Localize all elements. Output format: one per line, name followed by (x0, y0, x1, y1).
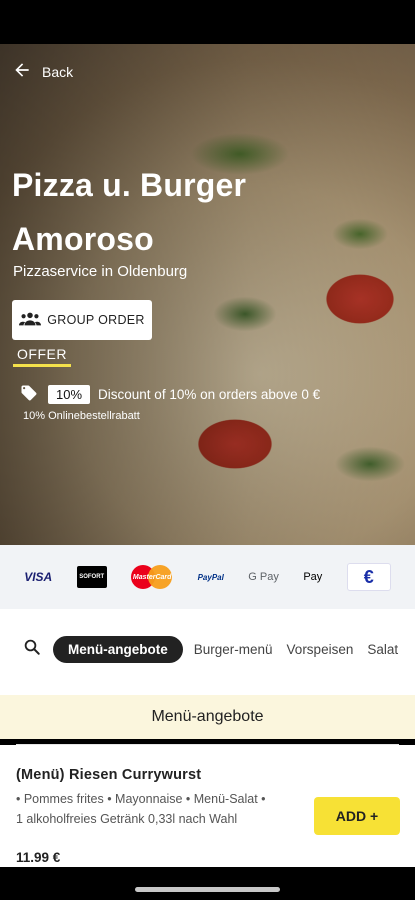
discount-badge: 10% (48, 385, 91, 404)
payment-methods: VISA SOFORT MasterCard PayPal G Pay Pay … (0, 545, 415, 609)
menu-item-name: (Menü) Riesen Currywurst (16, 767, 202, 783)
search-icon[interactable] (23, 638, 41, 661)
group-order-button[interactable]: GROUP ORDER (12, 300, 152, 340)
visa-logo-icon: VISA (24, 570, 53, 584)
category-tab-salat[interactable]: Salat (364, 636, 401, 663)
discount-text: Discount of 10% on orders above 0 € (98, 387, 321, 402)
category-tab-menu-angebote[interactable]: Menü-angebote (53, 635, 183, 663)
google-pay-logo-icon: G Pay (248, 571, 279, 583)
restaurant-title: Pizza u. Burger Amoroso (12, 158, 312, 266)
category-tab-burger-menu[interactable]: Burger-menü (191, 636, 276, 663)
group-icon (19, 311, 42, 330)
mastercard-logo-icon: MasterCard (131, 564, 173, 590)
mastercard-label: MasterCard (132, 573, 172, 581)
offer-tab: OFFER (13, 346, 71, 367)
back-button[interactable]: Back (12, 60, 73, 83)
menu-item-description: • Pommes frites • Mayonnaise • Menü-Sala… (16, 792, 266, 826)
add-to-cart-button[interactable]: ADD + (314, 797, 400, 835)
arrow-left-icon (12, 60, 32, 83)
hero-overlay (0, 44, 415, 545)
menu-item-price: 11.99 € (16, 850, 61, 865)
restaurant-hero: Back Pizza u. Burger Amoroso Pizzaservic… (0, 44, 415, 545)
paypal-logo-icon: PayPal (197, 572, 224, 582)
home-handle[interactable] (135, 887, 280, 892)
system-navigation-bar (0, 867, 415, 900)
back-label: Back (42, 63, 74, 80)
restaurant-subtitle: Pizzaservice in Oldenburg (13, 263, 188, 280)
discount-note: 10% Onlinebestellrabatt (23, 410, 140, 422)
group-order-label: GROUP ORDER (47, 313, 145, 327)
restaurant-title-line-1: Pizza u. Burger (12, 167, 247, 203)
euro-payment-icon: € (346, 563, 391, 591)
restaurant-title-line-2: Amoroso (12, 221, 154, 257)
status-bar (0, 0, 415, 44)
menu-item[interactable]: (Menü) Riesen Currywurst • Pommes frites… (0, 745, 415, 867)
category-bar: Menü-angebote Burger-menü Vorspeisen Sal… (0, 609, 415, 689)
sofort-logo-icon: SOFORT (76, 566, 107, 588)
category-tab-vorspeisen[interactable]: Vorspeisen (284, 636, 357, 663)
tag-icon (20, 384, 38, 405)
discount-row: 10% Discount of 10% on orders above 0 € (20, 384, 320, 405)
section-title: Menü-angebote (151, 708, 264, 725)
apple-pay-logo-icon: Pay (303, 571, 323, 583)
section-header: Menü-angebote (0, 695, 415, 739)
